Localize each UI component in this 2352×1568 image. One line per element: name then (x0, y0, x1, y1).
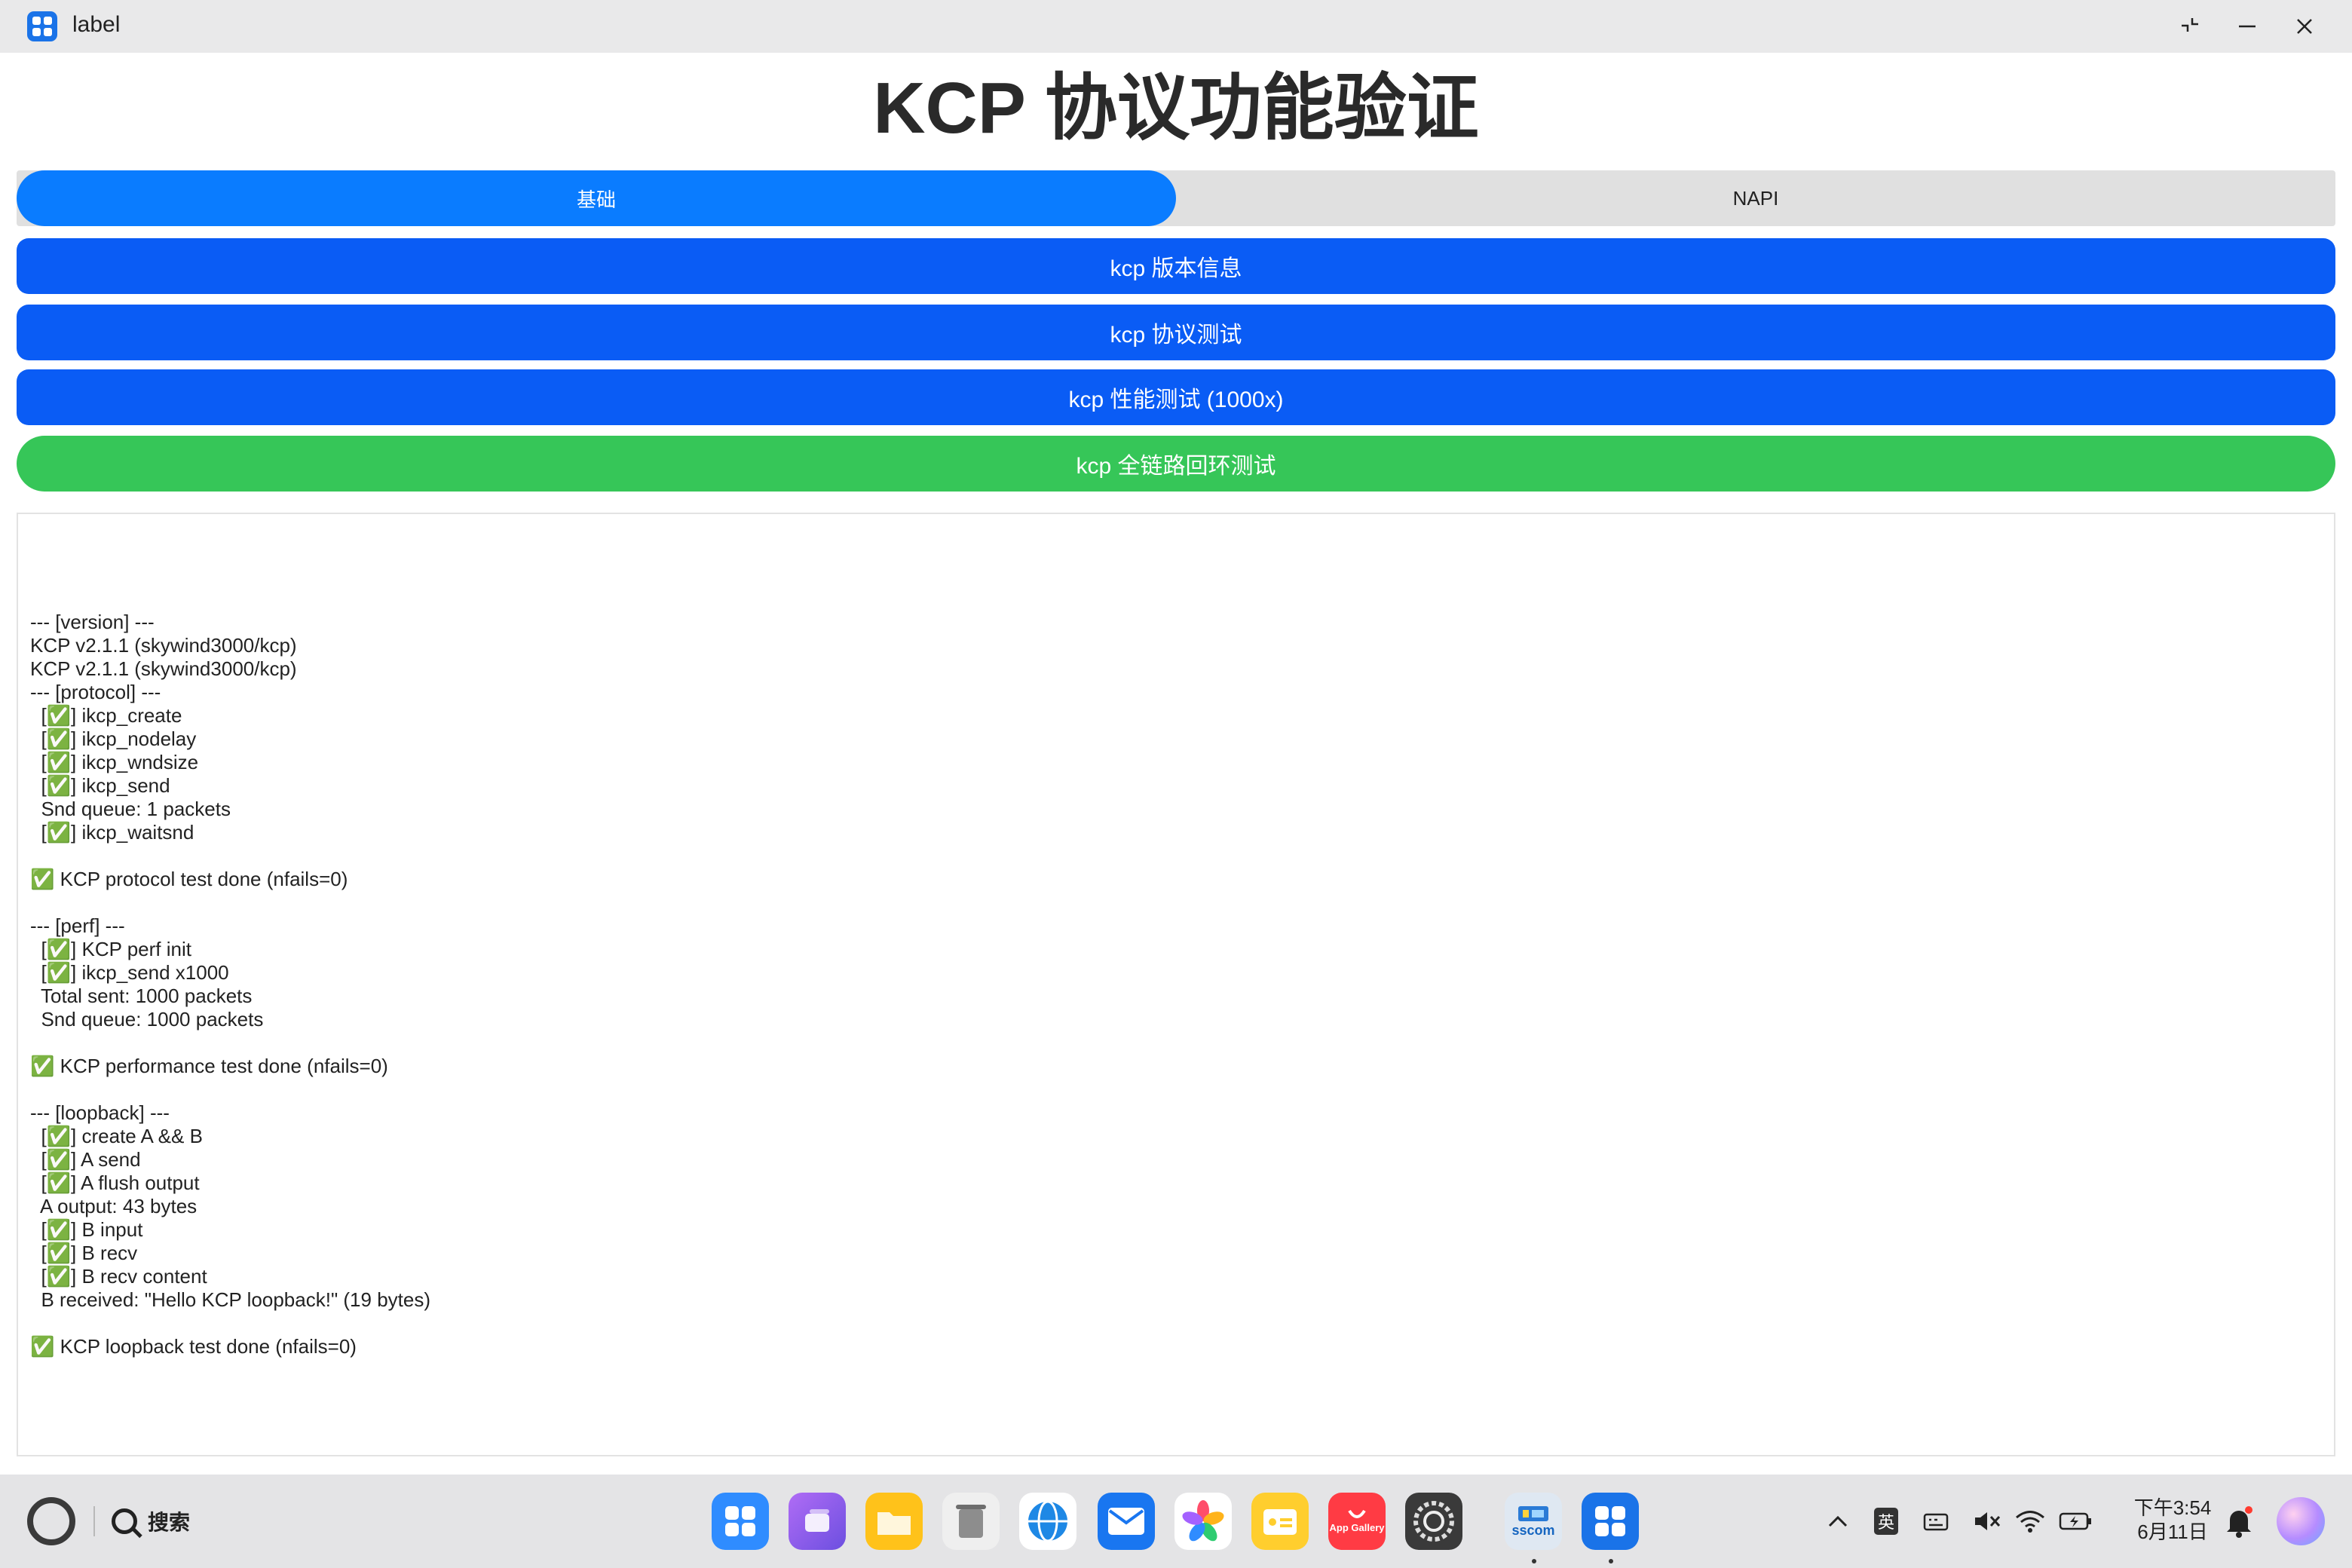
log-line: [✅] B recv (30, 1242, 138, 1264)
kcp-version-button[interactable]: kcp 版本信息 (17, 238, 2335, 294)
log-line: B received: "Hello KCP loopback!" (19 by… (30, 1288, 431, 1311)
log-line: A output: 43 bytes (30, 1195, 198, 1217)
log-line: [✅] ikcp_create (30, 704, 182, 727)
battery-icon[interactable] (2058, 1503, 2093, 1539)
app-center-icon[interactable] (712, 1493, 769, 1550)
tab-basic[interactable]: 基础 (17, 170, 1176, 226)
log-line: KCP v2.1.1 (skywind3000/kcp) (30, 657, 297, 680)
app-gallery-label: App Gallery (1329, 1522, 1385, 1533)
kcp-protocol-test-button[interactable]: kcp 协议测试 (17, 305, 2335, 360)
log-line: ✅ KCP loopback test done (nfails=0) (30, 1335, 357, 1358)
log-line: [✅] ikcp_send x1000 (30, 961, 229, 984)
log-line: Total sent: 1000 packets (30, 985, 253, 1007)
settings-icon[interactable] (1405, 1493, 1462, 1550)
sscom-icon[interactable]: sscom (1505, 1493, 1562, 1550)
clock[interactable]: 下午3:54 6月11日 (2130, 1496, 2215, 1544)
log-output-panel[interactable]: --- [version] --- KCP v2.1.1 (skywind3000… (17, 513, 2335, 1456)
minimize-icon[interactable] (2228, 9, 2266, 44)
start-button[interactable] (27, 1497, 75, 1545)
log-line: [✅] ikcp_send (30, 774, 170, 797)
window-title: label (72, 12, 121, 37)
log-line: [✅] ikcp_nodelay (30, 727, 197, 750)
browser-icon[interactable] (1019, 1493, 1076, 1550)
log-line: [✅] KCP perf init (30, 938, 191, 960)
tray-expand-icon[interactable] (1824, 1503, 1851, 1539)
label-app-icon[interactable] (1582, 1493, 1639, 1550)
wifi-icon[interactable] (2013, 1503, 2047, 1539)
multitask-icon[interactable] (789, 1493, 846, 1550)
app-icon (27, 11, 57, 41)
taskbar-divider (93, 1506, 95, 1536)
mail-icon[interactable] (1098, 1493, 1155, 1550)
assistant-icon[interactable] (2277, 1497, 2325, 1545)
page-title: KCP 协议功能验证 (873, 68, 1479, 149)
log-line: [✅] A send (30, 1148, 141, 1171)
ime-indicator[interactable]: 英 (1873, 1503, 1900, 1539)
ime-label: 英 (1873, 1508, 1898, 1535)
log-line: ✅ KCP protocol test done (nfails=0) (30, 868, 348, 890)
kcp-perf-test-button[interactable]: kcp 性能测试 (1000x) (17, 369, 2335, 425)
log-line: [✅] A flush output (30, 1171, 200, 1194)
log-line: --- [perf] --- (30, 914, 125, 937)
restore-icon[interactable] (2171, 9, 2209, 44)
log-line: --- [version] --- (30, 611, 155, 633)
log-line: Snd queue: 1000 packets (30, 1008, 264, 1031)
gallery-icon[interactable] (1174, 1493, 1232, 1550)
files-icon[interactable] (865, 1493, 923, 1550)
log-line: Snd queue: 1 packets (30, 798, 231, 820)
search-button[interactable]: 搜索 (112, 1502, 190, 1541)
tab-napi[interactable]: NAPI (1176, 170, 2335, 226)
log-line: [✅] create A && B (30, 1125, 203, 1147)
volume-muted-icon[interactable] (1971, 1503, 2004, 1539)
log-line: --- [protocol] --- (30, 681, 161, 703)
notes-icon[interactable] (1251, 1493, 1309, 1550)
running-indicator (1532, 1559, 1536, 1563)
log-line: [✅] B input (30, 1218, 143, 1241)
log-line: --- [loopback] --- (30, 1101, 170, 1124)
tab-bar: 基础 NAPI (17, 170, 2335, 226)
log-line: KCP v2.1.1 (skywind3000/kcp) (30, 634, 297, 657)
running-indicator (1609, 1559, 1613, 1563)
search-icon (112, 1508, 137, 1534)
clock-time: 下午3:54 (2133, 1496, 2212, 1519)
log-output: --- [version] --- KCP v2.1.1 (skywind3000… (30, 611, 2292, 1358)
log-line: [✅] ikcp_wndsize (30, 751, 199, 773)
kcp-loopback-test-button[interactable]: kcp 全链路回环测试 (17, 436, 2335, 492)
keyboard-icon[interactable] (1921, 1503, 1951, 1539)
taskbar: 搜索 App Gallery sscom 英 下午3:54 6月11日 (0, 1475, 2352, 1568)
app-gallery-icon[interactable]: App Gallery (1328, 1493, 1386, 1550)
search-label: 搜索 (148, 1511, 191, 1534)
sscom-label: sscom (1511, 1522, 1555, 1538)
clock-date: 6月11日 (2137, 1521, 2208, 1543)
close-icon[interactable] (2286, 9, 2323, 44)
notification-bell-icon[interactable] (2224, 1505, 2254, 1538)
window-title-bar: label (0, 0, 2352, 53)
log-line: [✅] ikcp_waitsnd (30, 821, 194, 844)
log-line: [✅] B recv content (30, 1265, 207, 1288)
trash-icon[interactable] (942, 1493, 1000, 1550)
log-line: ✅ KCP performance test done (nfails=0) (30, 1055, 388, 1077)
